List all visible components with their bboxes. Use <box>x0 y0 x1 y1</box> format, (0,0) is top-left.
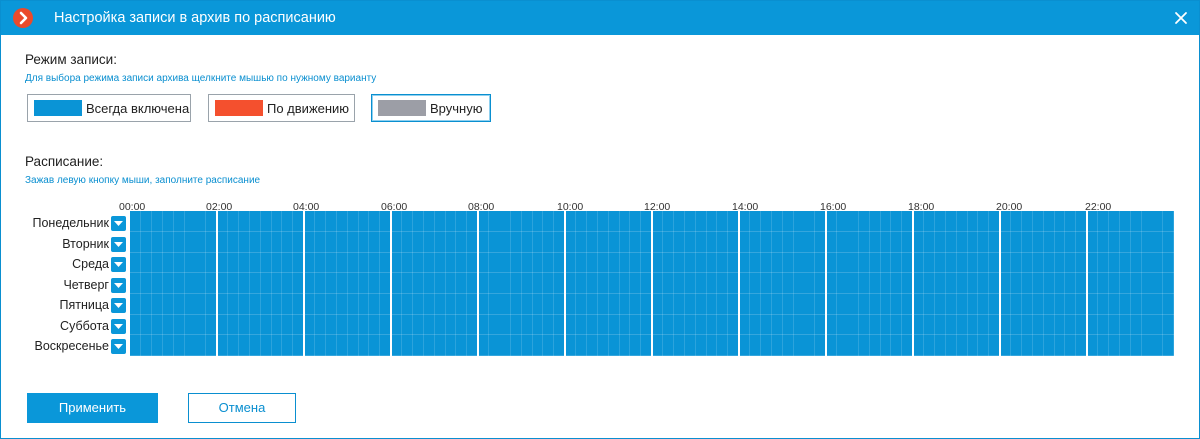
mode-motion-label: По движению <box>267 101 350 116</box>
schedule-dialog: Настройка записи в архив по расписанию Р… <box>0 0 1200 439</box>
grid-divider <box>477 211 479 356</box>
day-dropdown-wednesday[interactable] <box>111 257 126 272</box>
day-label-sunday: Воскресенье <box>34 339 109 353</box>
chevron-down-icon <box>114 324 123 329</box>
window-title: Настройка записи в архив по расписанию <box>54 10 336 26</box>
grid-divider <box>738 211 740 356</box>
chevron-down-icon <box>114 221 123 226</box>
mode-hint: Для выбора режима записи архива щелкните… <box>25 73 377 84</box>
grid-divider <box>303 211 305 356</box>
day-dropdown-saturday[interactable] <box>111 319 126 334</box>
grid-divider <box>216 211 218 356</box>
mode-always-label: Всегда включена <box>86 101 190 116</box>
day-label-thursday: Четверг <box>63 278 109 292</box>
grid-divider <box>564 211 566 356</box>
day-dropdown-sunday[interactable] <box>111 339 126 354</box>
chevron-down-icon <box>114 344 123 349</box>
schedule-grid[interactable] <box>130 211 1174 356</box>
day-dropdown-thursday[interactable] <box>111 278 126 293</box>
schedule-hint: Зажав левую кнопку мыши, заполните распи… <box>25 175 261 186</box>
mode-motion-button[interactable]: По движению <box>208 94 355 122</box>
grid-divider <box>390 211 392 356</box>
grid-divider <box>1086 211 1088 356</box>
cancel-button[interactable]: Отмена <box>188 393 296 423</box>
day-label-wednesday: Среда <box>72 257 109 271</box>
day-label-monday: Понедельник <box>32 216 109 230</box>
mode-manual-button[interactable]: Вручную <box>371 94 491 122</box>
chevron-down-icon <box>114 242 123 247</box>
day-dropdown-monday[interactable] <box>111 216 126 231</box>
mode-manual-label: Вручную <box>430 101 483 116</box>
chevron-down-icon <box>114 303 123 308</box>
chevron-down-icon <box>114 262 123 267</box>
grid-divider <box>912 211 914 356</box>
day-label-friday: Пятница <box>59 298 109 312</box>
day-dropdown-tuesday[interactable] <box>111 237 126 252</box>
chevron-down-icon <box>114 283 123 288</box>
day-dropdown-friday[interactable] <box>111 298 126 313</box>
app-logo-icon <box>13 8 33 28</box>
grid-divider <box>651 211 653 356</box>
schedule-heading: Расписание: <box>25 154 104 169</box>
day-label-saturday: Суббота <box>60 319 109 333</box>
mode-always-button[interactable]: Всегда включена <box>27 94 191 122</box>
title-bar: Настройка записи в архив по расписанию <box>1 1 1199 35</box>
grid-divider <box>825 211 827 356</box>
grid-divider <box>999 211 1001 356</box>
mode-manual-swatch <box>378 100 426 116</box>
mode-always-swatch <box>34 100 82 116</box>
close-icon[interactable] <box>1171 8 1191 28</box>
mode-motion-swatch <box>215 100 263 116</box>
apply-button[interactable]: Применить <box>27 393 158 423</box>
day-label-tuesday: Вторник <box>62 237 109 251</box>
mode-heading: Режим записи: <box>25 52 117 67</box>
